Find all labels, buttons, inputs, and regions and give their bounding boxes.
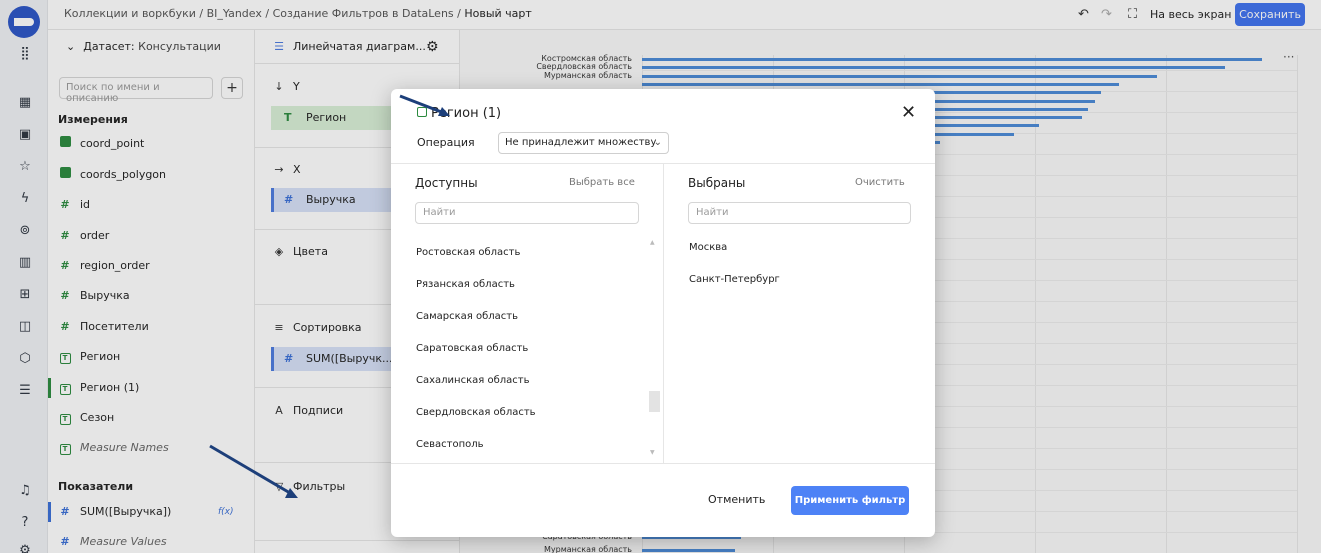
operation-value: Не принадлежит множеству — [505, 137, 657, 148]
divider — [391, 463, 935, 464]
operation-label: Операция — [417, 136, 475, 149]
available-item[interactable]: Свердловская область — [416, 407, 536, 418]
available-item[interactable]: Севастополь — [416, 439, 484, 450]
selected-search-input[interactable]: Найти — [688, 202, 911, 224]
close-icon[interactable]: ✕ — [901, 104, 916, 122]
available-item[interactable]: Сахалинская область — [416, 375, 529, 386]
annotation-arrow-icon — [399, 94, 450, 116]
scroll-down-icon[interactable]: ▼ — [650, 449, 655, 456]
available-item[interactable]: Ростовская область — [416, 247, 520, 258]
scroll-up-icon[interactable]: ▲ — [650, 239, 655, 246]
cancel-button[interactable]: Отменить — [708, 493, 765, 506]
filter-dialog: Регион (1) ✕ Операция Не принадлежит мно… — [391, 89, 935, 537]
selected-item[interactable]: Москва — [689, 242, 727, 253]
available-item[interactable]: Рязанская область — [416, 279, 515, 290]
select-all-button[interactable]: Выбрать все — [569, 177, 635, 188]
chevron-down-icon: ⌄ — [653, 137, 662, 148]
annotation-arrow-icon — [209, 444, 298, 498]
clear-button[interactable]: Очистить — [855, 177, 905, 188]
available-item[interactable]: Самарская область — [416, 311, 518, 322]
selected-title: Выбраны — [688, 176, 746, 190]
scrollbar-thumb[interactable] — [649, 391, 660, 412]
divider — [663, 163, 664, 463]
selected-item[interactable]: Санкт-Петербург — [689, 274, 780, 285]
operation-select[interactable]: Не принадлежит множеству ⌄ — [498, 132, 669, 154]
available-search-input[interactable]: Найти — [415, 202, 639, 224]
available-title: Доступны — [415, 176, 478, 190]
available-item[interactable]: Саратовская область — [416, 343, 528, 354]
apply-filter-button[interactable]: Применить фильтр — [791, 486, 909, 515]
